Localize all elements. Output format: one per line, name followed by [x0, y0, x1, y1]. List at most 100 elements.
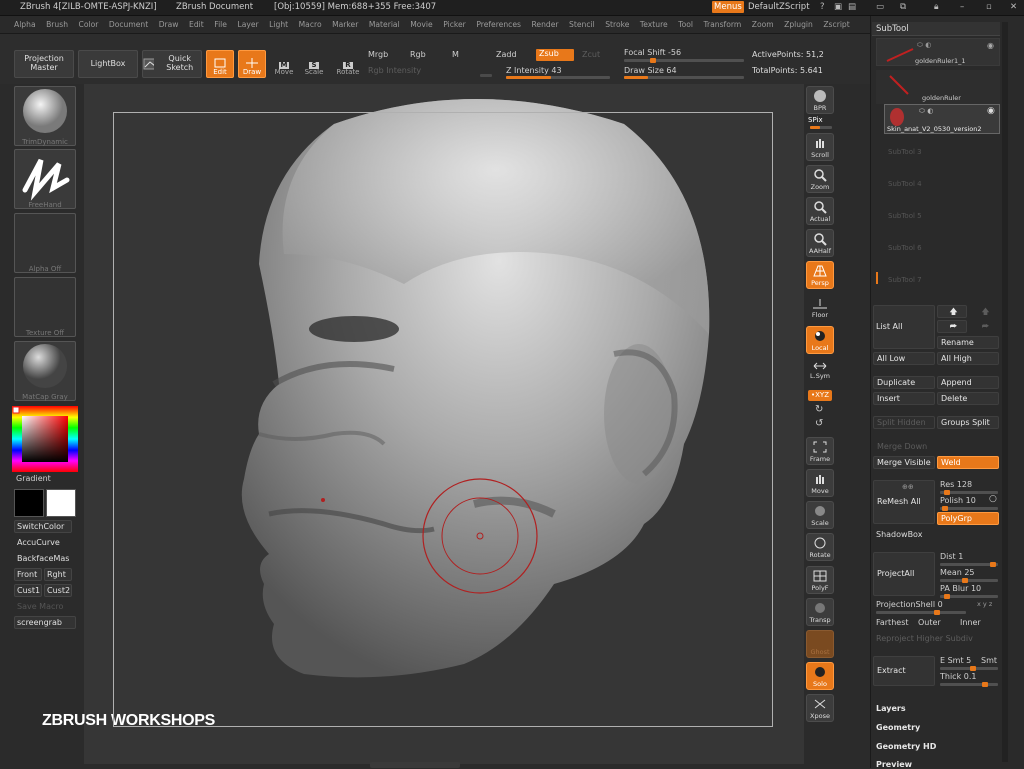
- subtool-item-3-toggles-icon[interactable]: ⬭ ◐: [919, 107, 933, 116]
- rgb-intensity-slider[interactable]: Rgb Intensity: [368, 66, 421, 75]
- focal-shift-slider[interactable]: Focal Shift -56: [624, 48, 681, 57]
- color-picker[interactable]: [12, 406, 78, 472]
- zoom-button[interactable]: Zoom: [806, 165, 834, 193]
- menu-brush[interactable]: Brush: [46, 20, 68, 29]
- rgb-button[interactable]: Rgb: [410, 50, 426, 59]
- menu-light[interactable]: Light: [269, 20, 288, 29]
- gradient-label[interactable]: Gradient: [16, 474, 51, 483]
- menu-zplugin[interactable]: Zplugin: [784, 20, 813, 29]
- menu-file[interactable]: File: [214, 20, 227, 29]
- menu-texture[interactable]: Texture: [640, 20, 668, 29]
- insert-button[interactable]: Insert: [873, 392, 935, 405]
- split-hidden-button[interactable]: Split Hidden: [873, 416, 935, 429]
- solo-button[interactable]: Solo: [806, 662, 834, 690]
- alpha-thumbnail[interactable]: Alpha Off: [14, 213, 76, 273]
- reproject-button[interactable]: Reproject Higher Subdiv: [876, 634, 973, 643]
- close-icon[interactable]: ✕: [1010, 2, 1017, 12]
- menu-zscript[interactable]: Zscript: [823, 20, 849, 29]
- menu-picker[interactable]: Picker: [443, 20, 466, 29]
- front-view-button[interactable]: Front: [14, 568, 42, 581]
- menu-preferences[interactable]: Preferences: [476, 20, 521, 29]
- menu-draw[interactable]: Draw: [159, 20, 179, 29]
- thick-track[interactable]: [940, 682, 998, 687]
- delete-button[interactable]: Delete: [937, 392, 999, 405]
- lightbox-button[interactable]: LightBox: [78, 50, 138, 78]
- subtool-item-1-eye-icon[interactable]: ◉: [987, 41, 994, 50]
- subtool-header[interactable]: SubTool: [872, 22, 1000, 36]
- layers-section[interactable]: Layers: [876, 704, 906, 713]
- weld-toggle[interactable]: Weld: [937, 456, 999, 469]
- e-smt-track[interactable]: [940, 666, 998, 671]
- move-top-button[interactable]: 🡅: [969, 305, 999, 318]
- backface-mask-button[interactable]: BackfaceMas: [14, 552, 76, 565]
- move-view-button[interactable]: Move: [806, 469, 834, 497]
- subtool-slot-4[interactable]: SubTool 4: [876, 176, 998, 206]
- draw-button[interactable]: Draw: [238, 50, 266, 78]
- projection-shell-slider[interactable]: ProjectionShell 0: [876, 600, 943, 609]
- minimize-icon[interactable]: –: [960, 2, 964, 12]
- ghost-button[interactable]: Ghost: [806, 630, 834, 658]
- move-down-button[interactable]: ⮫: [937, 320, 967, 333]
- inner-button[interactable]: Inner: [960, 618, 981, 627]
- menu-edit[interactable]: Edit: [189, 20, 204, 29]
- xyz-axis-icon[interactable]: x y z: [977, 600, 992, 608]
- polish-track[interactable]: [940, 506, 998, 511]
- menu-marker[interactable]: Marker: [332, 20, 358, 29]
- material-thumbnail[interactable]: MatCap Gray: [14, 341, 76, 401]
- subtool-item-1-toggles-icon[interactable]: ⬭ ◐: [917, 41, 931, 50]
- thick-slider[interactable]: Thick 0.1: [940, 672, 976, 681]
- rotate-button[interactable]: R Rotate: [334, 50, 362, 78]
- farthest-button[interactable]: Farthest: [876, 618, 909, 627]
- subtool-slot-7[interactable]: SubTool 7: [876, 272, 998, 302]
- menu-macro[interactable]: Macro: [299, 20, 322, 29]
- polyf-button[interactable]: PolyF: [806, 566, 834, 594]
- extract-button[interactable]: Extract: [873, 656, 935, 686]
- bpr-button[interactable]: BPR: [806, 86, 834, 114]
- restore-icon[interactable]: ⧉: [900, 2, 906, 12]
- spix-slider[interactable]: SPix: [808, 116, 823, 124]
- polish-circle-icon[interactable]: ○: [989, 494, 997, 504]
- menu-movie[interactable]: Movie: [410, 20, 432, 29]
- screengrab-button[interactable]: screengrab: [14, 616, 76, 629]
- merge-visible-button[interactable]: Merge Visible: [873, 456, 935, 469]
- panel-scrollbar[interactable]: [1002, 22, 1008, 762]
- secondary-color-swatch[interactable]: [14, 489, 44, 517]
- dist-slider[interactable]: Dist 1: [940, 552, 963, 561]
- m-button[interactable]: M: [452, 50, 459, 59]
- help-icon[interactable]: ?: [820, 2, 825, 12]
- menu-stencil[interactable]: Stencil: [569, 20, 595, 29]
- dock-icon[interactable]: ▭: [876, 2, 884, 12]
- geometry-section[interactable]: Geometry: [876, 723, 920, 732]
- list-all-button[interactable]: List All: [873, 305, 935, 349]
- all-low-button[interactable]: All Low: [873, 352, 935, 365]
- rotate-axis-z-icon[interactable]: ↺: [815, 418, 823, 429]
- subtool-slot-3[interactable]: SubTool 3: [876, 144, 998, 174]
- menu-zoom[interactable]: Zoom: [752, 20, 774, 29]
- move-up-button[interactable]: 🡅: [937, 305, 967, 318]
- merge-down-button[interactable]: Merge Down: [873, 440, 999, 453]
- z-intensity-track[interactable]: [506, 76, 610, 79]
- actual-button[interactable]: Actual: [806, 197, 834, 225]
- rgb-intensity-track[interactable]: [480, 74, 492, 77]
- scroll-button[interactable]: Scroll: [806, 133, 834, 161]
- res-slider[interactable]: Res 128: [940, 480, 972, 489]
- menu-alpha[interactable]: Alpha: [14, 20, 36, 29]
- subtool-slot-6[interactable]: SubTool 6: [876, 240, 998, 270]
- lock-icon[interactable]: 🔒︎: [934, 2, 939, 12]
- zcut-button[interactable]: Zcut: [582, 50, 600, 59]
- duplicate-button[interactable]: Duplicate: [873, 376, 935, 389]
- outer-button[interactable]: Outer: [918, 618, 941, 627]
- append-button[interactable]: Append: [937, 376, 999, 389]
- menu-tool[interactable]: Tool: [678, 20, 693, 29]
- zadd-button[interactable]: Zadd: [496, 50, 517, 59]
- rotate-axis-icon[interactable]: ↻: [815, 404, 823, 415]
- aahalf-button[interactable]: AAHalf: [806, 229, 834, 257]
- groups-split-button[interactable]: Groups Split: [937, 416, 999, 429]
- pa-blur-slider[interactable]: PA Blur 10: [940, 584, 981, 593]
- all-high-button[interactable]: All High: [937, 352, 999, 365]
- pa-blur-track[interactable]: [940, 594, 998, 599]
- menu-material[interactable]: Material: [369, 20, 400, 29]
- main-color-swatch[interactable]: [46, 489, 76, 517]
- polish-slider[interactable]: Polish 10: [940, 496, 976, 505]
- dist-track[interactable]: [940, 562, 998, 567]
